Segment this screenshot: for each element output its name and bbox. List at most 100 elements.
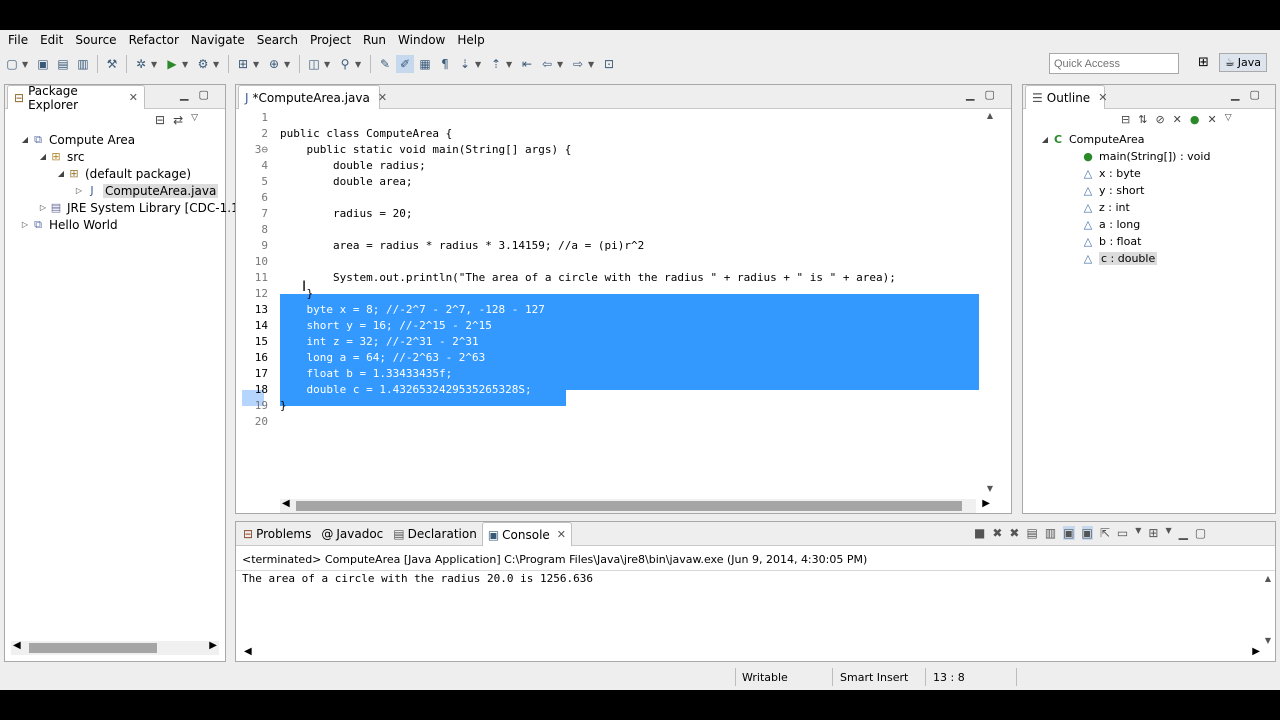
chevron-down-icon[interactable]: ▼ [284,60,292,69]
scroll-left-icon[interactable]: ◀ [13,640,21,651]
chevron-down-icon[interactable]: ▼ [253,60,261,69]
open-perspective-icon[interactable]: ⊞ [1198,55,1209,70]
scroll-right-icon[interactable]: ▶ [209,640,217,651]
last-edit-icon[interactable]: ⇤ [518,55,536,73]
chevron-down-icon[interactable]: ▼ [1135,526,1141,540]
code-line[interactable]: 4 double radius; [236,158,1011,174]
code-line[interactable]: 11 System.out.println("The area of a cir… [236,270,1011,286]
scroll-up-icon[interactable]: ▲ [1265,574,1271,583]
new-package-icon[interactable]: ⊞ [234,55,252,73]
tab-javadoc[interactable]: @ Javadoc [316,522,388,546]
open-type-icon[interactable]: ◫ [305,55,323,73]
maximize-icon[interactable]: ▢ [198,88,208,101]
back-icon[interactable]: ⇦ [538,55,556,73]
console-output[interactable]: <terminated> ComputeArea [Java Applicati… [236,546,1275,661]
outline-item-field[interactable]: △ b : float [1081,233,1142,250]
expanded-icon[interactable]: ◢ [55,169,67,178]
chevron-down-icon[interactable]: ▼ [151,60,159,69]
tab-declaration[interactable]: ▤ Declaration [388,522,482,546]
quick-access-input[interactable] [1049,53,1179,74]
minimize-icon[interactable]: ▁ [1179,526,1188,540]
scroll-right-icon[interactable]: ▶ [1252,646,1260,657]
close-icon[interactable]: ✕ [129,91,138,104]
tab-problems[interactable]: ⊟ Problems [238,522,316,546]
code-line[interactable]: 13 byte x = 8; //-2^7 - 2^7, -128 - 127 [236,302,1011,318]
code-line[interactable]: 19} [236,398,1011,414]
expanded-icon[interactable]: ◢ [19,135,31,144]
scrollbar-thumb[interactable] [296,501,962,511]
java-perspective-button[interactable]: ☕ Java [1218,53,1268,72]
maximize-icon[interactable]: ▢ [1249,88,1259,101]
outline-item-field[interactable]: △ x : byte [1081,165,1141,182]
outline-item-field[interactable]: △ a : long [1081,216,1140,233]
chevron-down-icon[interactable]: ▼ [213,60,221,69]
menu-edit[interactable]: Edit [34,30,69,50]
print-icon[interactable]: ▥ [74,55,92,73]
outline-item-field[interactable]: △ c : double [1081,250,1158,267]
menu-refactor[interactable]: Refactor [123,30,185,50]
expanded-icon[interactable]: ◢ [37,152,49,161]
hide-static-icon[interactable]: ✕ [1173,113,1182,126]
menu-navigate[interactable]: Navigate [185,30,251,50]
scroll-left-icon[interactable]: ◀ [244,646,252,657]
show-on-stdout-icon[interactable]: ▣ [1063,526,1075,540]
outline-item-class[interactable]: ◢ C ComputeArea [1039,131,1145,148]
view-menu-icon[interactable]: ▽ [191,113,198,127]
code-line[interactable]: 1 [236,110,1011,126]
chevron-down-icon[interactable]: ▼ [506,60,514,69]
chevron-down-icon[interactable]: ▼ [475,60,483,69]
code-line[interactable]: 9 area = radius * radius * 3.14159; //a … [236,238,1011,254]
menu-help[interactable]: Help [451,30,490,50]
menu-source[interactable]: Source [69,30,122,50]
toggle-highlight-icon[interactable]: ✐ [396,55,414,73]
terminate-icon[interactable]: ■ [974,526,985,540]
code-line[interactable]: 17 float b = 1.33433435f; [236,366,1011,382]
chevron-down-icon[interactable]: ▼ [557,60,565,69]
minimize-icon[interactable]: ▁ [966,88,974,101]
show-on-stderr-icon[interactable]: ▣ [1081,526,1093,540]
remove-launch-icon[interactable]: ✖ [992,526,1002,540]
collapsed-icon[interactable]: ▷ [37,203,49,212]
code-line[interactable]: 5 double area; [236,174,1011,190]
close-icon[interactable]: ✕ [557,528,566,541]
status-insert-mode[interactable]: Smart Insert [840,671,908,684]
wrench-icon[interactable]: ⚒ [103,55,121,73]
scroll-down-icon[interactable]: ▼ [1265,636,1271,645]
next-annotation-icon[interactable]: ⇣ [456,55,474,73]
maximize-icon[interactable]: ▢ [1195,526,1206,540]
sort-icon[interactable]: ⇅ [1138,113,1147,126]
scroll-up-icon[interactable]: ▲ [987,111,993,120]
open-console-icon[interactable]: ⊞ [1148,526,1158,540]
tab-package-explorer[interactable]: ⊟ Package Explorer ✕ [7,84,145,112]
close-icon[interactable]: ✕ [1098,91,1107,104]
menu-project[interactable]: Project [304,30,357,50]
menu-file[interactable]: File [2,30,34,50]
hide-local-types-icon[interactable]: ✕ [1207,113,1216,126]
save-icon[interactable]: ▣ [34,55,52,73]
maximize-icon[interactable]: ▢ [984,88,994,101]
tree-item-jre-library[interactable]: ▷ ▤ JRE System Library [CDC-1.1/F [37,199,250,216]
menu-search[interactable]: Search [251,30,304,50]
display-console-icon[interactable]: ▭ [1117,526,1128,540]
search-icon[interactable]: ⚲ [336,55,354,73]
collapsed-icon[interactable]: ▷ [19,220,31,229]
outline-item-field[interactable]: △ y : short [1081,182,1145,199]
chevron-down-icon[interactable]: ▼ [355,60,363,69]
hide-nonpublic-icon[interactable]: ● [1190,113,1200,126]
hide-fields-icon[interactable]: ⊘ [1155,113,1164,126]
tree-item-src[interactable]: ◢ ⊞ src [37,148,85,165]
prev-annotation-icon[interactable]: ⇡ [487,55,505,73]
chevron-down-icon[interactable]: ▼ [588,60,596,69]
chevron-down-icon[interactable]: ▼ [1165,526,1171,540]
show-whitespace-icon[interactable]: ¶ [436,55,454,73]
scroll-lock-icon[interactable]: ▤ [1026,526,1037,540]
code-line[interactable]: 6 [236,190,1011,206]
tree-item-computearea-java[interactable]: ▷ J ComputeArea.java [73,182,219,199]
block-select-icon[interactable]: ▦ [416,55,434,73]
outline-item-field[interactable]: △ z : int [1081,199,1130,216]
collapse-all-icon[interactable]: ⊟ [155,113,165,127]
code-line[interactable]: 10 [236,254,1011,270]
code-editor[interactable]: 1 2 public class ComputeArea {3⊖ public st… [236,109,1011,513]
scrollbar-thumb[interactable] [29,643,157,653]
menu-window[interactable]: Window [392,30,451,50]
